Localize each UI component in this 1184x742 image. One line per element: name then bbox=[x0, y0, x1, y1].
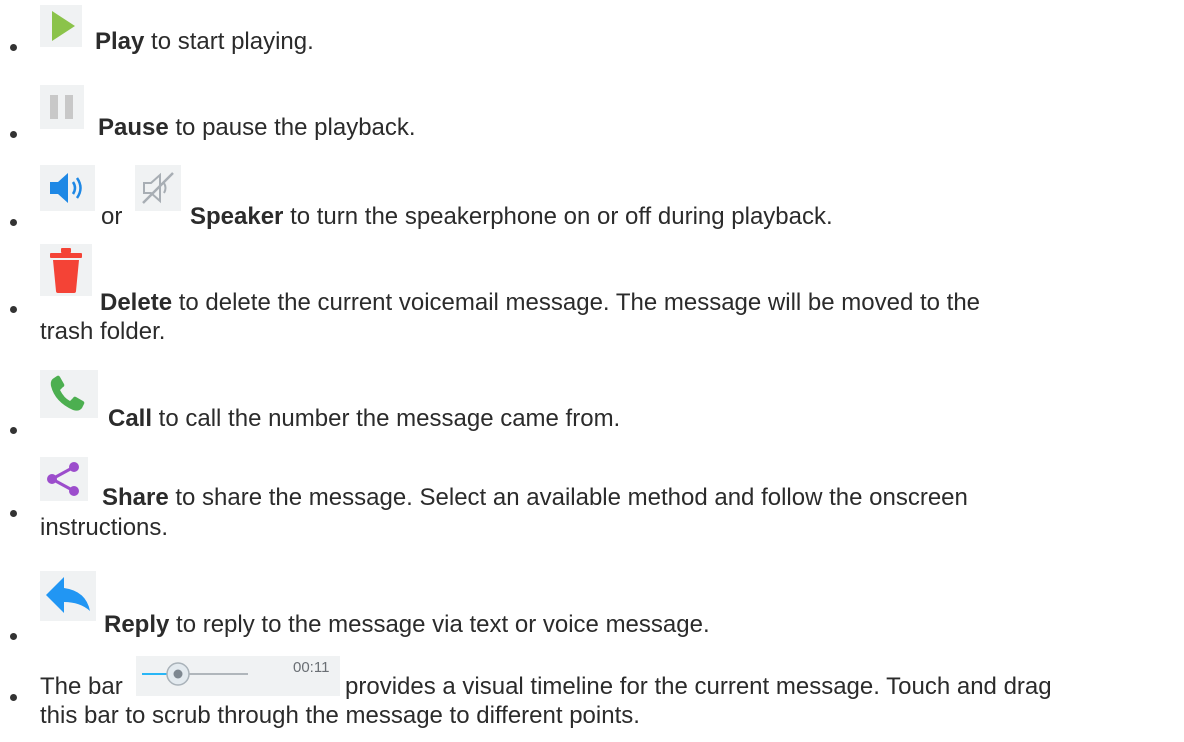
bullet bbox=[10, 694, 17, 701]
desc-delete-2: trash folder. bbox=[40, 318, 166, 345]
trash-icon bbox=[40, 244, 92, 296]
item-text: provides a visual timeline for the curre… bbox=[345, 672, 1160, 701]
term-speaker: Speaker bbox=[190, 203, 284, 230]
desc-speaker: to turn the speakerphone on or off durin… bbox=[283, 203, 833, 230]
bullet bbox=[10, 131, 17, 138]
share-icon bbox=[40, 457, 88, 501]
desc-delete-1: to delete the current voicemail message.… bbox=[172, 289, 981, 316]
term-reply: Reply bbox=[104, 611, 170, 638]
desc-timeline-2: this bar to scrub through the message to… bbox=[40, 702, 640, 729]
desc-timeline-1: provides a visual timeline for the curre… bbox=[345, 673, 1052, 700]
term-pause: Pause bbox=[98, 114, 169, 141]
reply-icon bbox=[40, 571, 96, 621]
desc-line: Delete to delete the current voicemail m… bbox=[100, 288, 1160, 317]
term-play: Play bbox=[95, 28, 145, 55]
desc-line: Share to share the message. Select an av… bbox=[102, 483, 1160, 512]
item-text: Play to start playing. bbox=[95, 27, 1160, 56]
item-text: Speaker to turn the speakerphone on or o… bbox=[190, 202, 1160, 231]
item-text-wrap: trash folder. bbox=[40, 317, 1160, 346]
item-text-wrap: this bar to scrub through the message to… bbox=[40, 701, 1160, 730]
desc-play: to start playing. bbox=[144, 28, 314, 55]
item-text: Reply to reply to the message via text o… bbox=[104, 610, 1160, 639]
term-call: Call bbox=[108, 405, 153, 432]
term-share: Share bbox=[102, 484, 169, 511]
desc-reply: to reply to the message via text or voic… bbox=[169, 611, 710, 638]
bullet bbox=[10, 306, 17, 313]
bullet bbox=[10, 427, 17, 434]
speaker-on-icon bbox=[40, 165, 95, 211]
bullet bbox=[10, 633, 17, 640]
term-delete: Delete bbox=[100, 289, 173, 316]
desc-share-1: to share the message. Select an availabl… bbox=[168, 484, 968, 511]
speaker-off-icon bbox=[135, 165, 181, 211]
bullet bbox=[10, 510, 17, 517]
lead-text: The bar bbox=[40, 673, 123, 700]
item-text: Call to call the number the message came… bbox=[108, 404, 1160, 433]
item-text: Share to share the message. Select an av… bbox=[102, 483, 1160, 512]
bullet bbox=[10, 44, 17, 51]
item-text: Delete to delete the current voicemail m… bbox=[100, 288, 1160, 317]
pause-icon bbox=[40, 85, 84, 129]
item-text: Pause to pause the playback. bbox=[98, 113, 1160, 142]
desc-pause: to pause the playback. bbox=[168, 114, 416, 141]
item-text-wrap: instructions. bbox=[40, 513, 1160, 542]
desc-call: to call the number the message came from… bbox=[152, 405, 621, 432]
play-icon bbox=[40, 5, 82, 47]
desc-share-2: instructions. bbox=[40, 514, 169, 541]
or-text: or bbox=[101, 203, 123, 230]
phone-icon bbox=[40, 370, 98, 418]
bullet bbox=[10, 219, 17, 226]
timeline-time: 00:11 bbox=[293, 659, 330, 676]
